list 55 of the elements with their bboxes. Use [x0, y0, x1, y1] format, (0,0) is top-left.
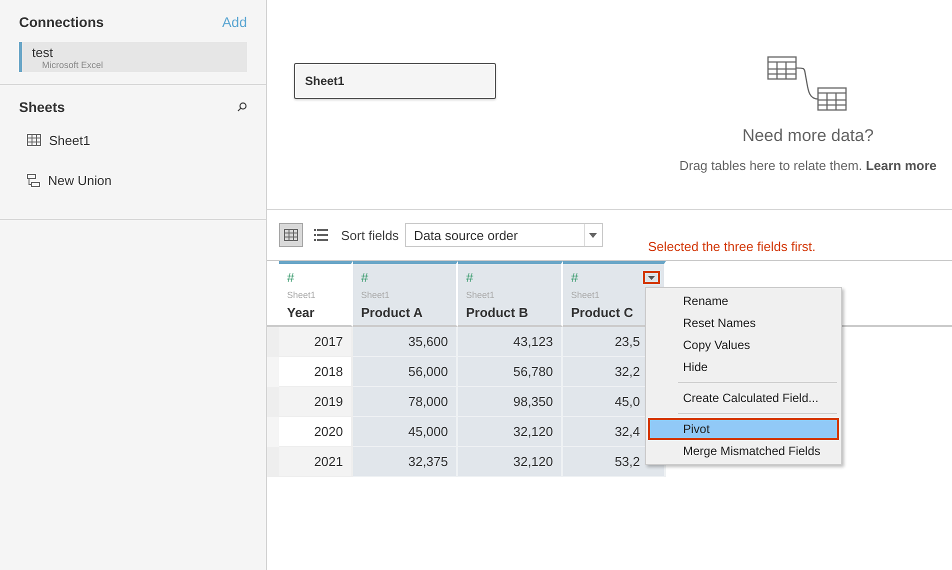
table-cell: 2017: [279, 327, 353, 357]
table-cell: 2019: [279, 387, 353, 417]
column-header[interactable]: # Sheet1 Product B: [458, 261, 563, 327]
column-source: Sheet1: [361, 290, 391, 300]
caret-icon: [589, 232, 598, 238]
column-source: Sheet1: [571, 290, 601, 300]
column-header[interactable]: # Sheet1 Product A: [353, 261, 458, 327]
list-icon: [314, 229, 328, 241]
column-source: Sheet1: [287, 290, 317, 300]
table-cell: 45,000: [353, 417, 458, 447]
table-card[interactable]: Sheet1: [294, 63, 496, 99]
column-name: Year: [287, 305, 316, 320]
connection-type: Microsoft Excel: [42, 60, 104, 70]
column-menu-button[interactable]: [643, 271, 660, 284]
table-cell: 2020: [279, 417, 353, 447]
column-name: Product B: [466, 305, 530, 320]
table-cell: 35,600: [353, 327, 458, 357]
search-icon[interactable]: [237, 102, 247, 112]
number-type-icon: #: [466, 270, 474, 288]
column-source: Sheet1: [466, 290, 496, 300]
table-cell: 32,375: [353, 447, 458, 477]
union-icon: [27, 174, 40, 186]
sheets-title: Sheets: [19, 99, 65, 115]
menu-item[interactable]: Pivot: [648, 418, 839, 440]
table-cell: 2018: [279, 357, 353, 387]
number-type-icon: #: [571, 270, 578, 288]
sheet-item[interactable]: Sheet1: [19, 127, 247, 153]
table-cell: 98,350: [458, 387, 563, 417]
sort-dropdown[interactable]: Data source order: [404, 223, 603, 247]
column-name: Product C: [571, 305, 634, 320]
table-icon: [27, 134, 41, 146]
grid-view-button[interactable]: [279, 223, 303, 247]
annotation-text: Selected the three fields first.: [648, 239, 816, 254]
connection-item[interactable]: test Microsoft Excel: [19, 42, 247, 72]
hint-text: Drag tables here to relate them. Learn more: [679, 158, 937, 173]
column-header[interactable]: # Sheet1 Year: [279, 261, 353, 327]
table-cell: 2021: [279, 447, 353, 477]
table-cell: 43,123: [458, 327, 563, 357]
sheet-item[interactable]: New Union: [19, 167, 247, 193]
connections-title: Connections: [19, 14, 104, 30]
connection-name: test: [32, 45, 54, 60]
sort-label: Sort fields: [341, 228, 399, 242]
table-cell: 78,000: [353, 387, 458, 417]
column-name: Product A: [361, 305, 424, 320]
table-cell: 56,780: [458, 357, 563, 387]
number-type-icon: #: [361, 270, 368, 288]
grid-icon: [284, 229, 298, 241]
table-cell: 56,000: [353, 357, 458, 387]
number-type-icon: #: [287, 270, 294, 288]
learn-more-link[interactable]: Learn more: [866, 158, 937, 173]
related-tables-icon: [767, 56, 849, 112]
table-cell: 32,120: [458, 447, 563, 477]
table-cell: 32,120: [458, 417, 563, 447]
hint-title: Need more data?: [742, 126, 874, 146]
caret-icon: [648, 276, 655, 280]
